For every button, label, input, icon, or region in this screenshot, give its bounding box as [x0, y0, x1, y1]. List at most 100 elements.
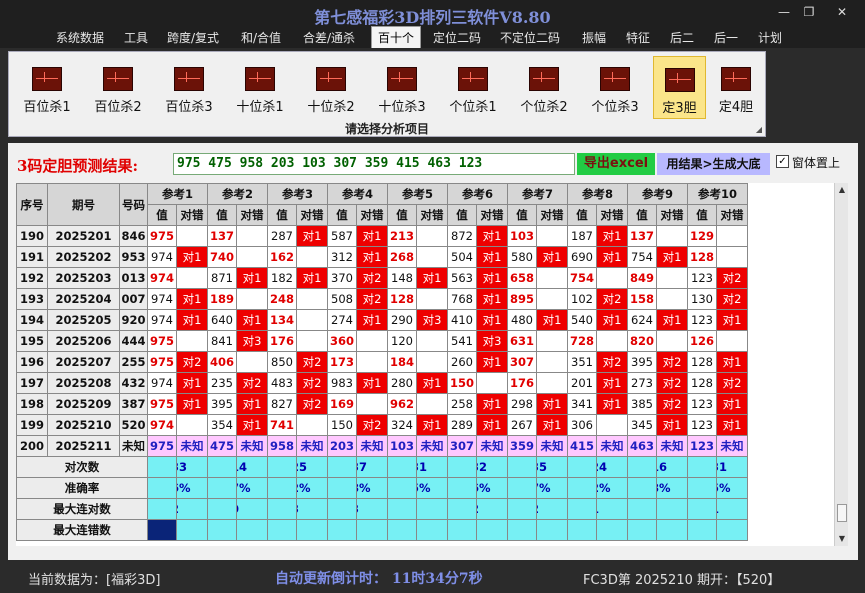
menu-tools[interactable]: 工具 [124, 29, 148, 46]
menu-plan[interactable]: 计划 [758, 29, 782, 46]
prediction-result-field[interactable]: 975 475 958 203 103 307 359 415 463 123 [173, 153, 575, 175]
menu-nonpositional-pair[interactable]: 不定位二码 [500, 29, 560, 46]
ref-result-cell: 未知 [236, 435, 268, 457]
ref-result-cell: 对1 [416, 267, 448, 289]
ref-result-cell: 对2 [296, 351, 328, 373]
ref-value-cell: 324 [387, 414, 417, 436]
table-row[interactable]: 193 2025204 007 974 对1 189 248 508 对2 128 768 对1 895… [16, 288, 748, 310]
menu-system-data[interactable]: 系统数据 [56, 29, 104, 46]
stats-spacer-cell [447, 456, 477, 478]
row-index: 198 [16, 393, 48, 415]
stats-spacer-cell [447, 519, 477, 541]
ribbon-units-kill-2[interactable]: 个位杀2 [512, 64, 576, 116]
table-row[interactable]: 192 2025203 013 974 871 对1 182 对1 370 对2 148 对1 563 对… [16, 267, 748, 289]
main-panel: 3码定胆预测结果: 975 475 958 203 103 307 359 41… [8, 143, 858, 560]
ribbon-hundreds-kill-1[interactable]: 百位杀1 [15, 64, 79, 116]
row-period: 2025209 [47, 393, 120, 415]
col-header-number: 号码 [119, 183, 148, 226]
col-subheader-value: 值 [567, 204, 597, 226]
stats-spacer-cell [387, 456, 417, 478]
table-row[interactable]: 200 2025211 未知 975 未知 475 未知 958 未知 203 未知 103 未知 307… [16, 435, 748, 457]
ref-result-cell: 对1 [656, 414, 688, 436]
minimize-icon[interactable]: — [776, 5, 792, 19]
stats-value-cell: 66% [476, 477, 508, 499]
col-subheader-result: 对错 [416, 204, 448, 226]
ref-value-cell: 974 [147, 246, 177, 268]
ref-result-cell: 对2 [716, 372, 748, 394]
close-icon[interactable]: ✕ [834, 5, 850, 19]
ribbon-hundreds-kill-3[interactable]: 百位杀3 [157, 64, 221, 116]
ref-result-cell: 对1 [476, 246, 508, 268]
row-period: 2025208 [47, 372, 120, 394]
ref-result-cell: 对2 [596, 351, 628, 373]
ref-value-cell: 351 [567, 351, 597, 373]
ribbon-fix-4-dan[interactable]: 定4胆 [709, 64, 763, 116]
ref-result-cell: 对1 [536, 246, 568, 268]
table-row[interactable]: 198 2025209 387 975 对1 395 对1 827 对2 169 962 258 对1 2… [16, 393, 748, 415]
ref-value-cell: 307 [507, 351, 537, 373]
ref-result-cell: 未知 [176, 435, 208, 457]
menu-span[interactable]: 跨度/复式 [167, 29, 219, 46]
ref-value-cell: 312 [327, 246, 357, 268]
table-row[interactable]: 199 2025210 520 974 354 对1 741 150 对2 324 对1 289 对1 2… [16, 414, 748, 436]
ref-value-cell: 415 [567, 435, 597, 457]
ref-value-cell: 962 [387, 393, 417, 415]
ref-value-cell: 150 [447, 372, 477, 394]
stats-value-cell: 124 [596, 456, 628, 478]
export-excel-button[interactable]: 导出excel [577, 153, 655, 175]
ref-result-cell: 对2 [596, 288, 628, 310]
ref-value-cell: 395 [627, 351, 657, 373]
menu-sum[interactable]: 和/合值 [241, 29, 281, 46]
col-subheader-value: 值 [267, 204, 297, 226]
ref-result-cell: 对2 [716, 288, 748, 310]
scroll-up-icon[interactable]: ▲ [835, 183, 849, 197]
table-row[interactable]: 197 2025208 432 974 对1 235 对2 483 对2 983 对1 280 对1 15… [16, 372, 748, 394]
ribbon-units-kill-1[interactable]: 个位杀1 [441, 64, 505, 116]
table-row[interactable]: 196 2025207 255 975 对2 406 850 对2 173 184 260 对1 307… [16, 351, 748, 373]
ref-result-cell: 对1 [176, 288, 208, 310]
ref-result-cell: 未知 [476, 435, 508, 457]
table-row[interactable]: 194 2025205 920 974 对1 640 对1 134 274 对1 290 对3 410 对… [16, 309, 748, 331]
stats-spacer-cell [567, 498, 597, 520]
ref-value-cell: 260 [447, 351, 477, 373]
ref-value-cell: 184 [387, 351, 417, 373]
ribbon-hundreds-kill-2[interactable]: 百位杀2 [86, 64, 150, 116]
menu-last-two[interactable]: 后二 [670, 29, 694, 46]
col-subheader-value: 值 [327, 204, 357, 226]
analysis-ribbon: 百位杀1 百位杀2 百位杀3 十位杀1 十位杀2 十位杀3 个位杀1 个位杀2 … [8, 51, 766, 137]
ref-result-cell: 对1 [356, 309, 388, 331]
ref-value-cell: 274 [327, 309, 357, 331]
ribbon-tens-kill-1[interactable]: 十位杀1 [228, 64, 292, 116]
generate-base-button[interactable]: 用结果>生成大底 [657, 153, 770, 175]
vertical-scrollbar[interactable]: ▲ ▼ [834, 183, 848, 546]
table-row[interactable]: 191 2025202 953 974 对1 740 162 312 对1 268 504 对1 580… [16, 246, 748, 268]
menu-hundreds-tens-units[interactable]: 百十个 [371, 26, 422, 48]
table-row[interactable]: 195 2025206 444 975 841 对3 176 360 120 541 对3 631 72… [16, 330, 748, 352]
expand-corner-icon[interactable]: ◢ [756, 125, 762, 134]
scroll-down-icon[interactable]: ▼ [835, 532, 849, 546]
scroll-thumb[interactable] [837, 504, 847, 522]
ribbon-fix-3-dan[interactable]: 定3胆 [653, 56, 706, 119]
ref-value-cell: 176 [267, 330, 297, 352]
stay-on-top-checkbox[interactable]: ✓ [776, 155, 789, 168]
ribbon-units-kill-3[interactable]: 个位杀3 [583, 64, 647, 116]
restore-icon[interactable]: ❐ [801, 5, 817, 19]
ref-result-cell: 对2 [656, 372, 688, 394]
table-row[interactable]: 190 2025201 846 975 137 287 对1 587 对1 213 872 对1 103… [16, 225, 748, 247]
menu-positional-pair[interactable]: 定位二码 [433, 29, 481, 46]
row-index: 197 [16, 372, 48, 394]
stats-spacer-cell [147, 456, 177, 478]
ref-value-cell: 827 [267, 393, 297, 415]
menu-amplitude[interactable]: 振幅 [582, 29, 606, 46]
ref-value-cell: 640 [207, 309, 237, 331]
ref-value-cell: 690 [567, 246, 597, 268]
col-header-ref: 参考9 [627, 183, 688, 205]
menu-diff-kill[interactable]: 合差/通杀 [303, 29, 355, 46]
ref-result-cell: 对1 [476, 393, 508, 415]
ref-value-cell: 235 [207, 372, 237, 394]
ribbon-tens-kill-3[interactable]: 十位杀3 [370, 64, 434, 116]
ref-value-cell: 841 [207, 330, 237, 352]
ribbon-tens-kill-2[interactable]: 十位杀2 [299, 64, 363, 116]
menu-features[interactable]: 特征 [626, 29, 650, 46]
menu-last-one[interactable]: 后一 [714, 29, 738, 46]
